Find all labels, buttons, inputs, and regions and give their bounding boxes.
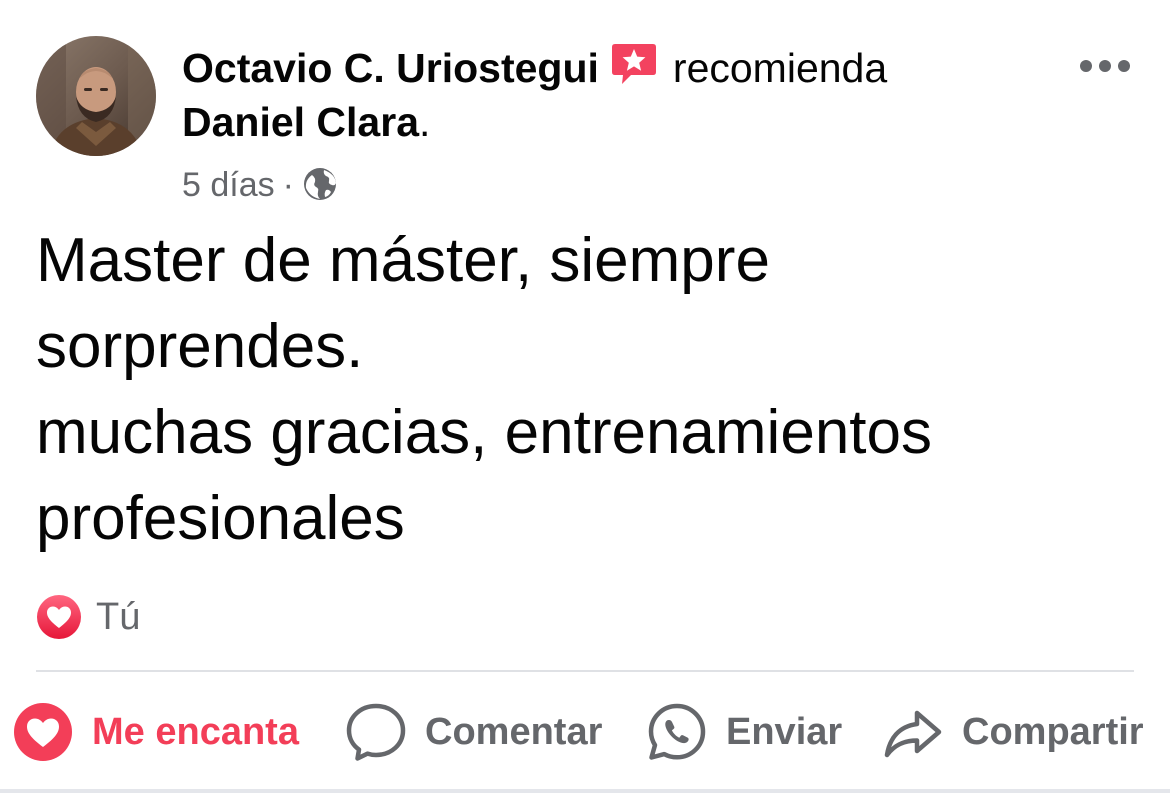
globe-icon[interactable] [302,166,338,202]
meta-separator: · [282,166,294,204]
post-body: Master de máster, siempre sorprendes. mu… [36,218,1136,562]
reactions-summary[interactable]: Tú [36,594,140,640]
post-body-line: profesionales [36,484,405,553]
reaction-names: Tú [96,595,141,638]
recommend-verb: recomienda [672,45,888,91]
heart-reaction-icon [37,595,81,639]
more-options-button[interactable] [1076,48,1134,84]
share-label: Compartir [962,710,1144,753]
whatsapp-icon [648,703,706,760]
post-body-line: Master de máster, siempre [36,226,770,295]
recipient-name[interactable]: Daniel Clara [182,99,419,145]
actions-divider [36,670,1134,672]
share-button[interactable]: Compartir [882,696,1144,768]
post-timestamp[interactable]: 5 días [182,166,275,204]
avatar-photo [36,36,156,156]
send-label: Enviar [726,710,843,753]
love-label: Me encanta [92,710,299,753]
heart-icon [14,703,72,761]
recipient-suffix: . [419,99,431,145]
post-body-line: sorprendes. [36,312,364,381]
author-name[interactable]: Octavio C. Uriostegui [182,45,599,91]
comment-bubble-icon [346,703,406,761]
action-bar: Me encanta Comentar Enviar Compartir [0,696,1170,768]
share-arrow-icon [884,710,942,758]
recommendation-post: Octavio C. Uriostegui recomienda Daniel … [0,0,1170,793]
post-body-line: muchas gracias, entrenamientos [36,398,933,467]
card-bottom-border [0,789,1170,793]
post-meta: 5 días · [182,163,338,207]
comment-label: Comentar [425,710,603,753]
recommend-star-icon [609,38,659,88]
comment-button[interactable]: Comentar [345,696,602,768]
more-dots-icon [1080,60,1130,72]
send-button[interactable]: Enviar [646,696,842,768]
love-button[interactable]: Me encanta [12,696,299,768]
header-line-2: Daniel Clara. [182,95,1062,149]
post-header: Octavio C. Uriostegui recomienda Daniel … [182,38,1062,149]
header-line-1: Octavio C. Uriostegui recomienda [182,38,1062,95]
author-avatar[interactable] [36,36,156,156]
